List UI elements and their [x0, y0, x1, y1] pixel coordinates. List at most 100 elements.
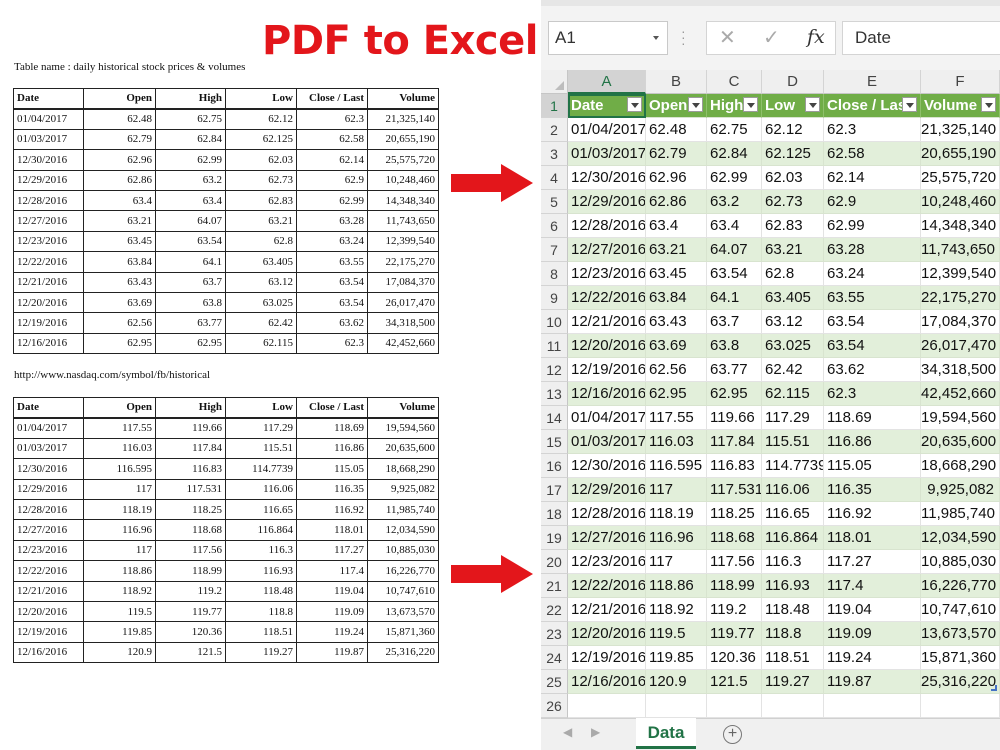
row-header[interactable]: 24	[541, 646, 568, 670]
row-header[interactable]: 1	[541, 94, 568, 118]
table-cell[interactable]: 62.56	[646, 358, 707, 382]
table-cell[interactable]: 12/22/2016	[568, 286, 646, 310]
row-header[interactable]: 25	[541, 670, 568, 694]
row-header[interactable]: 21	[541, 574, 568, 598]
table-cell[interactable]: 62.83	[762, 214, 824, 238]
sheet-tab-data[interactable]: Data	[636, 718, 696, 749]
table-header-cell[interactable]: High	[707, 94, 762, 118]
table-cell[interactable]: 62.9	[824, 190, 921, 214]
table-cell[interactable]: 118.25	[707, 502, 762, 526]
table-cell[interactable]: 63.24	[824, 262, 921, 286]
table-cell[interactable]: 62.42	[762, 358, 824, 382]
table-cell[interactable]: 116.06	[762, 478, 824, 502]
table-cell[interactable]: 63.55	[824, 286, 921, 310]
table-cell[interactable]: 12/16/2016	[568, 382, 646, 406]
table-cell[interactable]: 42,452,660	[921, 382, 1000, 406]
table-cell[interactable]: 62.99	[824, 214, 921, 238]
select-all-button[interactable]	[541, 70, 568, 94]
table-cell[interactable]: 25,316,220	[921, 670, 1000, 694]
table-cell[interactable]: 115.51	[762, 430, 824, 454]
table-cell[interactable]: 26,017,470	[921, 334, 1000, 358]
table-cell[interactable]: 63.405	[762, 286, 824, 310]
table-cell[interactable]: 12/21/2016	[568, 310, 646, 334]
tab-prev-icon[interactable]: ◀	[563, 725, 572, 739]
table-cell[interactable]: 117.531	[707, 478, 762, 502]
table-cell[interactable]: 25,575,720	[921, 166, 1000, 190]
filter-dropdown-icon[interactable]	[981, 97, 996, 112]
table-cell[interactable]: 118.86	[646, 574, 707, 598]
column-header-e[interactable]: E	[824, 70, 921, 94]
filter-dropdown-icon[interactable]	[688, 97, 703, 112]
table-cell[interactable]: 119.5	[646, 622, 707, 646]
table-cell[interactable]: 63.77	[707, 358, 762, 382]
add-sheet-icon[interactable]: +	[723, 725, 742, 744]
table-cell[interactable]: 63.84	[646, 286, 707, 310]
column-header-c[interactable]: C	[707, 70, 762, 94]
table-cell[interactable]: 116.65	[762, 502, 824, 526]
table-cell[interactable]: 17,084,370	[921, 310, 1000, 334]
table-header-cell[interactable]: Low	[762, 94, 824, 118]
table-cell[interactable]: 10,248,460	[921, 190, 1000, 214]
table-cell[interactable]: 116.35	[824, 478, 921, 502]
formula-bar-input[interactable]: Date	[842, 21, 1000, 55]
table-cell[interactable]: 11,743,650	[921, 238, 1000, 262]
row-header[interactable]: 14	[541, 406, 568, 430]
table-cell[interactable]: 119.77	[707, 622, 762, 646]
table-cell[interactable]: 22,175,270	[921, 286, 1000, 310]
table-cell[interactable]: 19,594,560	[921, 406, 1000, 430]
table-cell[interactable]: 12/23/2016	[568, 262, 646, 286]
table-cell[interactable]: 62.86	[646, 190, 707, 214]
table-cell[interactable]: 62.95	[707, 382, 762, 406]
table-cell[interactable]: 62.79	[646, 142, 707, 166]
table-cell[interactable]: 12/20/2016	[568, 334, 646, 358]
table-cell[interactable]: 62.96	[646, 166, 707, 190]
table-cell[interactable]: 62.125	[762, 142, 824, 166]
table-cell[interactable]: 12/28/2016	[568, 214, 646, 238]
table-cell[interactable]: 118.8	[762, 622, 824, 646]
table-cell[interactable]: 12/27/2016	[568, 526, 646, 550]
empty-cell[interactable]	[824, 694, 921, 718]
row-header[interactable]: 15	[541, 430, 568, 454]
table-header-cell[interactable]: Open	[646, 94, 707, 118]
table-cell[interactable]: 12/21/2016	[568, 598, 646, 622]
table-cell[interactable]: 12/19/2016	[568, 646, 646, 670]
table-cell[interactable]: 63.21	[646, 238, 707, 262]
table-cell[interactable]: 63.7	[707, 310, 762, 334]
table-cell[interactable]: 16,226,770	[921, 574, 1000, 598]
filter-dropdown-icon[interactable]	[805, 97, 820, 112]
table-cell[interactable]: 117.27	[824, 550, 921, 574]
filter-dropdown-icon[interactable]	[627, 97, 642, 112]
row-header[interactable]: 18	[541, 502, 568, 526]
table-cell[interactable]: 01/04/2017	[568, 406, 646, 430]
table-cell[interactable]: 119.85	[646, 646, 707, 670]
table-cell[interactable]: 121.5	[707, 670, 762, 694]
table-cell[interactable]: 63.45	[646, 262, 707, 286]
row-header[interactable]: 17	[541, 478, 568, 502]
table-cell[interactable]: 18,668,290	[921, 454, 1000, 478]
table-cell[interactable]: 62.115	[762, 382, 824, 406]
table-cell[interactable]: 11,985,740	[921, 502, 1000, 526]
table-cell[interactable]: 116.93	[762, 574, 824, 598]
table-cell[interactable]: 13,673,570	[921, 622, 1000, 646]
table-cell[interactable]: 116.86	[824, 430, 921, 454]
table-cell[interactable]: 119.09	[824, 622, 921, 646]
table-cell[interactable]: 63.54	[824, 334, 921, 358]
table-cell[interactable]: 12/27/2016	[568, 238, 646, 262]
column-header-f[interactable]: F	[921, 70, 1000, 94]
tab-next-icon[interactable]: ▶	[591, 725, 600, 739]
empty-cell[interactable]	[921, 694, 1000, 718]
table-cell[interactable]: 34,318,500	[921, 358, 1000, 382]
table-cell[interactable]: 62.14	[824, 166, 921, 190]
table-cell[interactable]: 118.99	[707, 574, 762, 598]
row-header[interactable]: 11	[541, 334, 568, 358]
table-cell[interactable]: 20,655,190	[921, 142, 1000, 166]
table-cell[interactable]: 119.24	[824, 646, 921, 670]
table-cell[interactable]: 116.96	[646, 526, 707, 550]
table-cell[interactable]: 12/29/2016	[568, 190, 646, 214]
table-cell[interactable]: 12/16/2016	[568, 670, 646, 694]
table-cell[interactable]: 12/28/2016	[568, 502, 646, 526]
row-header[interactable]: 13	[541, 382, 568, 406]
table-cell[interactable]: 117.56	[707, 550, 762, 574]
table-cell[interactable]: 120.36	[707, 646, 762, 670]
table-cell[interactable]: 63.2	[707, 190, 762, 214]
